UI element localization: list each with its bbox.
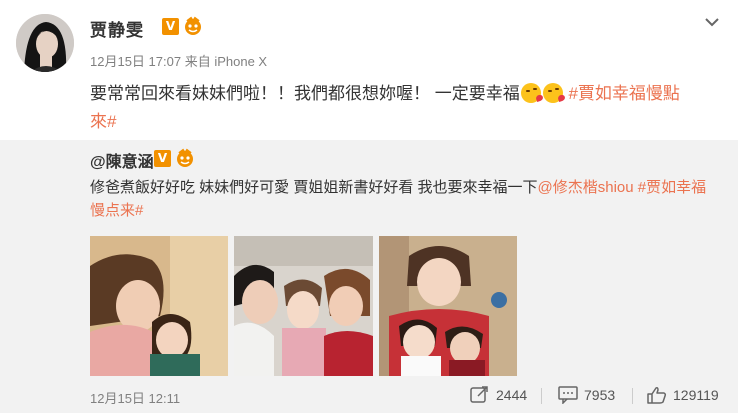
author-name[interactable]: 贾静雯 [90,16,144,41]
repost-icon [470,386,488,403]
divider [541,388,542,404]
hashtag-link-cont[interactable]: 來# [90,112,116,131]
post-text: 要常常回來看妹妹們啦！！我們都很想妳喔！ 一定要幸福 #賈如幸福慢點 來# [90,80,720,136]
mention-link[interactable]: @修杰楷shiou [538,179,634,196]
repost-text: 修爸煮飯好好吃 妹妹們好可愛 賈姐姐新書好好看 我也要來幸福一下@修杰楷shio… [90,176,720,222]
post-timestamp[interactable]: 12月15日 17:07 [90,54,181,69]
photo-thumbnail[interactable] [234,236,373,376]
divider [632,388,633,404]
source-prefix: 来自 [184,54,211,69]
repost-count[interactable]: 2444 [470,386,527,404]
author-avatar[interactable] [16,14,74,72]
weibo-post: 贾静雯 V 12月15日 17:07 来自 iPhone X 要常常回來看妹妹們… [0,0,738,413]
repost-card: @陳意涵 V 修爸煮飯好好吃 妹妹們好可愛 賈姐姐新書好好看 我也要來幸福一下@… [0,140,738,413]
kiss-emoji-icon [542,83,563,103]
repost-date[interactable]: 12月15日 12:11 [90,388,180,407]
photo-thumbnail[interactable] [90,236,228,376]
comment-count[interactable]: 7953 [558,386,616,405]
kiss-emoji-icon [520,83,541,103]
gold-member-icon[interactable] [175,148,195,168]
post-source: iPhone X [214,54,268,69]
like-count[interactable]: 129119 [647,386,719,404]
post-body: 要常常回來看妹妹們啦！！我們都很想妳喔！ 一定要幸福 [90,84,520,103]
repost-author[interactable]: @陳意涵 [90,148,154,172]
gold-member-icon[interactable] [183,16,203,36]
hashtag-link[interactable]: #賈如幸福慢點 [568,84,679,103]
verified-badge: V [162,18,179,35]
repost-body: 修爸煮飯好好吃 妹妹們好可愛 賈姐姐新書好好看 我也要來幸福一下 [90,179,538,196]
like-count-value: 129119 [673,387,719,403]
photo-thumbnail[interactable] [379,236,517,376]
repost-count-value: 2444 [496,387,528,403]
chevron-down-icon[interactable] [702,12,722,32]
hashtag-link-cont[interactable]: 慢点来# [90,202,143,219]
thumbs-up-icon [647,387,667,404]
hashtag-link[interactable]: #贾如幸福 [638,179,706,196]
post-meta: 12月15日 17:07 来自 iPhone X [90,51,267,70]
verified-badge: V [154,150,171,167]
comment-count-value: 7953 [584,387,616,403]
comment-icon [558,386,578,405]
